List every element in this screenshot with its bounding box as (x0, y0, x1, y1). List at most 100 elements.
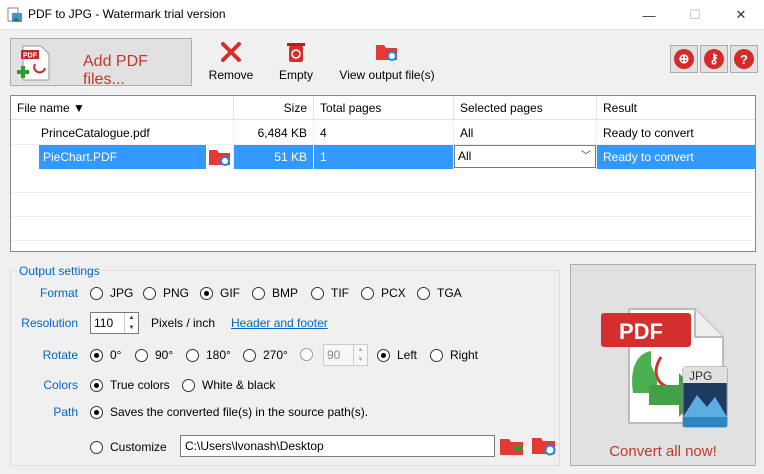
resolution-value: 110 (94, 316, 114, 330)
radio-circle-checked (90, 378, 103, 392)
view-output-files-button[interactable]: View output file(s) (336, 40, 438, 82)
size-cell: 6,484 KB (234, 121, 314, 145)
jpg-tag-text: JPG (689, 369, 712, 383)
column-file-name[interactable]: File name ▼ (11, 96, 234, 120)
empty-label: Empty (278, 68, 313, 82)
radio-circle (186, 348, 199, 362)
chevron-down-icon: ﹀ (581, 151, 591, 162)
rotate-custom-radio[interactable] (300, 348, 320, 361)
rotate-label: Rotate (42, 348, 78, 362)
format-bmp-radio[interactable]: BMP (252, 286, 298, 300)
colors-label: Colors (43, 378, 78, 392)
toolbar: PDF Add PDF files... Remove Empty View o… (0, 30, 764, 92)
radio-label: Saves the converted file(s) in the sourc… (110, 405, 369, 419)
format-pcx-radio[interactable]: PCX (361, 286, 406, 300)
radio-label: TGA (437, 286, 462, 300)
file-name-cell: PieChart.PDF (11, 145, 234, 169)
pdf-to-jpg-icon: PDF JPG (601, 308, 728, 428)
browse-folder-icon[interactable] (499, 435, 525, 457)
radio-circle (252, 286, 265, 300)
column-size[interactable]: Size (234, 96, 314, 120)
radio-label: GIF (220, 286, 240, 300)
total-pages-cell: 4 (314, 121, 454, 145)
trash-icon (287, 43, 305, 62)
radio-label: 180° (206, 348, 231, 362)
resolution-stepper[interactable]: 110 ▲ ▼ (90, 312, 139, 334)
customize-path-radio[interactable]: Customize (90, 440, 167, 454)
radio-circle-checked (200, 286, 213, 300)
convert-all-label: Convert all now! (609, 443, 717, 460)
file-name-cell: PrinceCatalogue.pdf (11, 121, 234, 145)
format-png-radio[interactable]: PNG (143, 286, 189, 300)
open-folder-search-icon[interactable] (531, 435, 557, 457)
radio-circle (243, 348, 256, 362)
close-button[interactable]: ✕ (718, 0, 764, 30)
rotate-0-radio[interactable]: 0° (90, 348, 121, 362)
radio-circle (311, 286, 324, 300)
help-icon: ? (734, 49, 754, 69)
table-row-selected[interactable]: PieChart.PDF 51 KB 1 All ﹀ Ready to conv… (11, 145, 755, 169)
app-icon (7, 7, 22, 22)
title-bar: PDF to JPG - Watermark trial version — ☐… (0, 0, 764, 30)
column-result[interactable]: Result (597, 96, 755, 120)
stepper-arrows-icon[interactable]: ▲ ▼ (124, 313, 138, 333)
website-button[interactable]: ⊕ (670, 45, 698, 73)
empty-button[interactable]: Empty (272, 40, 320, 82)
path-label: Path (53, 405, 78, 419)
radio-circle (182, 378, 195, 392)
rotate-180-radio[interactable]: 180° (186, 348, 231, 362)
selected-pages-cell[interactable]: All ﹀ (454, 145, 597, 169)
remove-button[interactable]: Remove (205, 40, 257, 82)
radio-circle (430, 348, 443, 362)
add-pdf-label: Add PDF files... (83, 53, 148, 88)
rotate-90-radio[interactable]: 90° (135, 348, 173, 362)
selected-pages-value: All (458, 149, 472, 163)
resolution-label: Resolution (21, 316, 78, 330)
rotate-270-radio[interactable]: 270° (243, 348, 288, 362)
open-folder-icon[interactable] (208, 147, 232, 167)
help-button[interactable]: ? (730, 45, 758, 73)
table-row[interactable]: PrinceCatalogue.pdf 6,484 KB 4 All Ready… (11, 121, 755, 145)
selected-pages-dropdown[interactable]: All ﹀ (454, 145, 596, 168)
table-row-empty (11, 169, 755, 193)
source-path-radio[interactable]: Saves the converted file(s) in the sourc… (90, 405, 368, 419)
radio-circle (361, 286, 374, 300)
radio-circle (300, 348, 313, 361)
true-colors-radio[interactable]: True colors (90, 378, 170, 392)
file-list[interactable]: File name ▼ Size Total pages Selected pa… (10, 95, 756, 252)
radio-circle (90, 286, 103, 300)
add-pdf-files-button[interactable]: PDF Add PDF files... (10, 38, 192, 88)
custom-rotation-stepper: 90 ▲ ▼ (323, 344, 368, 366)
remove-x-icon (221, 42, 241, 62)
column-total-pages[interactable]: Total pages (314, 96, 454, 120)
rotate-left-radio[interactable]: Left (377, 348, 417, 362)
format-tga-radio[interactable]: TGA (417, 286, 462, 300)
stepper-arrows-icon: ▲ ▼ (353, 345, 367, 365)
pdf-tag-text: PDF (619, 319, 663, 344)
file-name-text: PieChart.PDF (43, 150, 118, 164)
maximize-button[interactable]: ☐ (672, 0, 718, 30)
radio-label: BMP (272, 286, 299, 300)
register-button[interactable]: ⚷ (700, 45, 728, 73)
radio-circle-checked (90, 405, 103, 419)
radio-label: Customize (110, 440, 167, 454)
format-label: Format (39, 286, 78, 300)
total-pages-cell: 1 (314, 145, 454, 169)
rotate-right-radio[interactable]: Right (430, 348, 478, 362)
convert-all-button[interactable]: PDF JPG Convert all now! (570, 264, 756, 466)
column-selected-pages[interactable]: Selected pages (454, 96, 597, 120)
size-cell: 51 KB (234, 145, 314, 169)
add-pdf-icon: PDF (17, 45, 50, 81)
format-tif-radio[interactable]: TIF (311, 286, 349, 300)
radio-label: True colors (110, 378, 170, 392)
format-jpg-radio[interactable]: JPG (90, 286, 133, 300)
format-gif-radio[interactable]: GIF (200, 286, 240, 300)
radio-circle-checked (90, 348, 103, 362)
white-black-radio[interactable]: White & black (182, 378, 275, 392)
custom-path-input[interactable]: C:\Users\lvonash\Desktop (180, 435, 495, 457)
header-footer-link[interactable]: Header and footer (231, 316, 328, 330)
selected-pages-cell[interactable]: All (454, 121, 597, 145)
radio-circle (90, 440, 103, 454)
radio-label: Left (397, 348, 418, 362)
minimize-button[interactable]: — (626, 0, 672, 30)
